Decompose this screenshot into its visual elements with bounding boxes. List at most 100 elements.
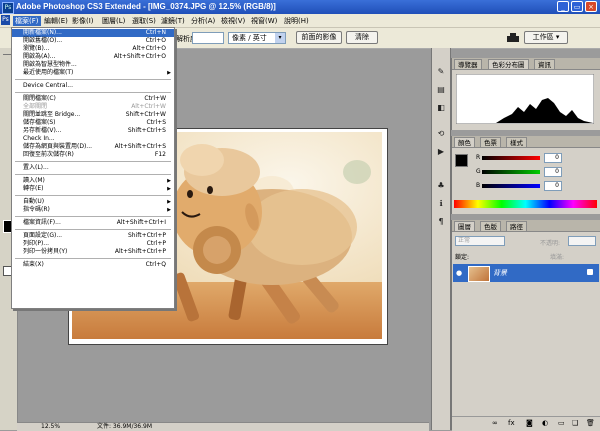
tab-styles[interactable]: 樣式 (506, 137, 527, 147)
tab-channels[interactable]: 色版 (480, 221, 501, 231)
workspace-button[interactable]: 工作區 ▾ (524, 31, 568, 44)
file-menu-item[interactable]: 開新檔案(N)... Ctrl+N (12, 29, 174, 37)
file-menu-item[interactable]: 頁面設定(G)... Shift+Ctrl+P (12, 232, 174, 240)
foreground-color-box[interactable] (455, 154, 468, 167)
fx-icon[interactable]: fx (508, 419, 515, 427)
actions-icon[interactable]: ▶ (435, 146, 447, 158)
tab-layers[interactable]: 圖層 (454, 221, 475, 231)
opacity-label: 不透明: (540, 240, 561, 247)
file-menu-item[interactable]: Check In... (12, 135, 174, 143)
file-menu-item[interactable]: 轉存(E) ▶ (12, 185, 174, 193)
menu-analysis[interactable]: 分析(A) (191, 16, 215, 26)
red-value[interactable]: 0 (544, 153, 562, 163)
red-slider[interactable] (482, 156, 540, 160)
info-icon[interactable]: ℹ (435, 198, 447, 210)
file-menu-item[interactable]: 指令碼(R) ▶ (12, 206, 174, 214)
adjustment-layer-icon[interactable]: ◐ (542, 419, 548, 427)
history-icon[interactable]: ⟲ (435, 128, 447, 140)
menu-item-label: 轉存(E) (23, 185, 44, 192)
app-menu-icon[interactable]: Ps (1, 15, 10, 25)
menu-image[interactable]: 影像(I) (72, 16, 94, 26)
title-bar: Ps Adobe Photoshop CS3 Extended - [IMG_0… (0, 0, 600, 14)
file-menu-item[interactable]: 自動(U) ▶ (12, 198, 174, 206)
tab-info[interactable]: 資訊 (534, 59, 555, 69)
blue-slider[interactable] (482, 184, 540, 188)
eye-icon[interactable]: ● (456, 269, 462, 277)
file-menu-item[interactable]: Device Central... (12, 82, 174, 90)
green-slider[interactable] (482, 170, 540, 174)
file-menu-item[interactable]: 儲存為網頁與裝置用(D)... Alt+Shift+Ctrl+S (12, 143, 174, 151)
blend-mode-select[interactable]: 正常 (455, 236, 505, 246)
file-menu-item[interactable]: 回復至前次儲存(R) F12 (12, 151, 174, 159)
menu-select[interactable]: 選取(S) (132, 16, 156, 26)
menu-item-label: 關閉並跳至 Bridge... (23, 111, 81, 118)
tab-swatches[interactable]: 色票 (480, 137, 501, 147)
close-button[interactable]: × (585, 1, 597, 12)
front-image-button[interactable]: 前面的影像 (296, 31, 342, 44)
layer-comps-icon[interactable]: ◧ (435, 102, 447, 114)
file-menu-item[interactable]: 讀入(M) ▶ (12, 177, 174, 185)
file-menu-item[interactable]: 檔案資訊(F)... Alt+Shift+Ctrl+I (12, 219, 174, 227)
tool-presets-icon[interactable]: ▤ (435, 84, 447, 96)
file-menu-item[interactable]: 結束(X) Ctrl+Q (12, 261, 174, 269)
tab-paths[interactable]: 路徑 (506, 221, 527, 231)
resolution-unit-select[interactable]: 像素 / 英寸 ▾ (228, 32, 286, 44)
file-menu-item[interactable]: 列印(P)... Ctrl+P (12, 240, 174, 248)
mask-icon[interactable]: ◙ (526, 419, 533, 427)
file-menu-item[interactable]: 另存新檔(V)... Shift+Ctrl+S (12, 127, 174, 135)
histogram-graph (456, 74, 594, 124)
menu-item-label: 頁面設定(G)... (23, 232, 63, 239)
histogram-panel: 導覽器 色彩分布圖 資訊 (451, 58, 600, 130)
green-value[interactable]: 0 (544, 167, 562, 177)
menu-filter[interactable]: 濾鏡(T) (161, 16, 185, 26)
menu-layer[interactable]: 圖層(L) (102, 16, 125, 26)
opacity-input[interactable] (568, 236, 596, 246)
blue-value[interactable]: 0 (544, 181, 562, 191)
tab-color[interactable]: 顏色 (454, 137, 475, 147)
minimize-button[interactable]: _ (557, 1, 569, 12)
clear-button[interactable]: 清除 (346, 31, 378, 44)
paragraph-icon[interactable]: ¶ (435, 216, 447, 228)
menu-item-label: 瀏覽(B)... (23, 45, 50, 52)
file-menu-item[interactable]: 置入(L)... (12, 164, 174, 172)
file-menu-item[interactable]: 關閉檔案(C) Ctrl+W (12, 95, 174, 103)
file-menu-item[interactable]: 關閉並跳至 Bridge... Shift+Ctrl+W (12, 111, 174, 119)
file-menu-item[interactable]: 列印一份拷貝(Y) Alt+Shift+Ctrl+P (12, 248, 174, 256)
tab-navigator[interactable]: 導覽器 (454, 59, 482, 69)
brush-preset-icon[interactable]: ✎ (435, 66, 447, 78)
menu-item-label: 列印一份拷貝(Y) (23, 248, 68, 255)
layer-row-background[interactable]: ● 背景 (453, 264, 599, 282)
file-menu-item[interactable]: 全部關閉 Alt+Ctrl+W (12, 103, 174, 111)
restore-button[interactable]: ▭ (571, 1, 583, 12)
menu-item-label: 列印(P)... (23, 240, 50, 247)
menu-item-shortcut: Alt+Ctrl+W (131, 103, 166, 110)
menu-window[interactable]: 視窗(W) (251, 16, 277, 26)
file-menu-item[interactable]: 儲存檔案(S) Ctrl+S (12, 119, 174, 127)
menu-view[interactable]: 檢視(V) (221, 16, 245, 26)
resolution-input[interactable] (192, 32, 224, 44)
menu-file[interactable]: 檔案(F) (13, 16, 41, 26)
menu-edit[interactable]: 編輯(E) (44, 16, 68, 26)
new-layer-icon[interactable]: ❑ (572, 419, 578, 427)
file-menu-item[interactable]: 開啟為智慧型物件... (12, 61, 174, 69)
link-layers-icon[interactable]: ∞ (492, 419, 498, 427)
layer-name[interactable]: 背景 (493, 268, 507, 278)
file-menu-item[interactable]: 瀏覽(B)... Alt+Ctrl+O (12, 45, 174, 53)
red-label: R (476, 154, 481, 161)
color-spectrum-bar[interactable] (454, 200, 597, 208)
menu-separator (15, 161, 171, 162)
file-menu-item[interactable]: 最近使用的檔案(T) ▶ (12, 69, 174, 77)
menu-separator (15, 92, 171, 93)
file-menu-item[interactable]: 開啟舊檔(O)... Ctrl+O (12, 37, 174, 45)
menu-item-shortcut: F12 (154, 151, 166, 158)
trash-icon[interactable]: 🗑 (586, 419, 595, 427)
menu-help[interactable]: 說明(H) (284, 16, 309, 26)
window-title: Adobe Photoshop CS3 Extended - [IMG_0374… (16, 2, 276, 11)
group-icon[interactable]: ▭ (558, 419, 565, 427)
menu-item-label: 置入(L)... (23, 164, 49, 171)
menu-item-shortcut: Alt+Shift+Ctrl+S (114, 143, 166, 150)
file-menu-item[interactable]: 開啟為(A)... Alt+Shift+Ctrl+O (12, 53, 174, 61)
clone-source-icon[interactable]: ♣ (435, 180, 447, 192)
tab-histogram[interactable]: 色彩分布圖 (488, 59, 529, 69)
menu-item-shortcut: Shift+Ctrl+P (128, 232, 166, 239)
